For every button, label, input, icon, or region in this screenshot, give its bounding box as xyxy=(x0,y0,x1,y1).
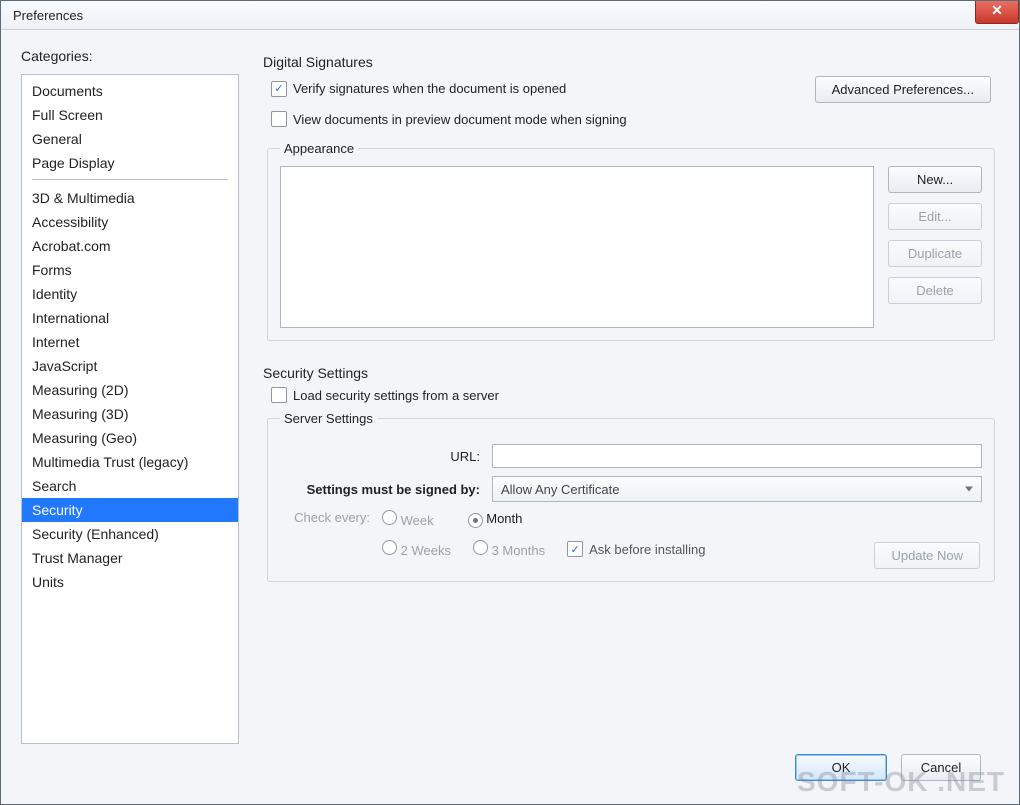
sidebar-item-units[interactable]: Units xyxy=(22,570,238,594)
main-column: Digital Signatures Verify signatures whe… xyxy=(261,48,999,744)
verify-check-row[interactable]: Verify signatures when the document is o… xyxy=(271,81,566,97)
radio-month-label: Month xyxy=(486,511,522,526)
signed-row: Settings must be signed by: Allow Any Ce… xyxy=(280,476,982,502)
verify-row: Verify signatures when the document is o… xyxy=(261,76,995,103)
delete-button: Delete xyxy=(888,277,982,304)
server-settings-legend: Server Settings xyxy=(280,411,377,426)
radio-week[interactable]: Week xyxy=(382,510,434,528)
load-label: Load security settings from a server xyxy=(293,388,499,403)
radio-week-input[interactable] xyxy=(382,510,397,525)
sidebar-item-security[interactable]: Security xyxy=(22,498,238,522)
server-settings-group: Server Settings URL: Settings must be si… xyxy=(267,411,995,582)
sidebar-item-full-screen[interactable]: Full Screen xyxy=(22,103,238,127)
ask-label: Ask before installing xyxy=(589,542,705,557)
preview-label: View documents in preview document mode … xyxy=(293,112,627,127)
load-checkbox[interactable] xyxy=(271,387,287,403)
advanced-preferences-button[interactable]: Advanced Preferences... xyxy=(815,76,991,103)
sidebar-item-identity[interactable]: Identity xyxy=(22,282,238,306)
close-button[interactable]: ✕ xyxy=(975,1,1019,24)
radio-week-label: Week xyxy=(401,513,434,528)
sidebar-item-general[interactable]: General xyxy=(22,127,238,151)
signed-select[interactable]: Allow Any Certificate xyxy=(492,476,982,502)
content-row: Categories: DocumentsFull ScreenGeneralP… xyxy=(21,48,999,744)
security-settings-title: Security Settings xyxy=(263,365,995,381)
sidebar-item-page-display[interactable]: Page Display xyxy=(22,151,238,175)
sidebar-item-measuring-2d-[interactable]: Measuring (2D) xyxy=(22,378,238,402)
url-row: URL: xyxy=(280,444,982,468)
ask-before-installing[interactable]: Ask before installing xyxy=(567,541,705,557)
cancel-button[interactable]: Cancel xyxy=(901,754,981,781)
radio-2weeks[interactable]: 2 Weeks xyxy=(382,540,451,558)
verify-label: Verify signatures when the document is o… xyxy=(293,81,566,96)
dialog-footer: OK Cancel xyxy=(21,744,999,790)
category-divider xyxy=(32,179,228,180)
radio-3months[interactable]: 3 Months xyxy=(473,540,545,558)
duplicate-button: Duplicate xyxy=(888,240,982,267)
sidebar-item-security-enhanced-[interactable]: Security (Enhanced) xyxy=(22,522,238,546)
sidebar-item-search[interactable]: Search xyxy=(22,474,238,498)
update-now-button: Update Now xyxy=(874,542,980,569)
ask-checkbox[interactable] xyxy=(567,541,583,557)
titlebar: Preferences ✕ xyxy=(1,1,1019,30)
sidebar-item-acrobat-com[interactable]: Acrobat.com xyxy=(22,234,238,258)
categories-label: Categories: xyxy=(21,48,239,64)
sidebar-item-javascript[interactable]: JavaScript xyxy=(22,354,238,378)
signed-select-value: Allow Any Certificate xyxy=(501,482,620,497)
sidebar-item-3d-multimedia[interactable]: 3D & Multimedia xyxy=(22,186,238,210)
appearance-row: New... Edit... Duplicate Delete xyxy=(280,166,982,328)
sidebar-item-measuring-3d-[interactable]: Measuring (3D) xyxy=(22,402,238,426)
sidebar-item-international[interactable]: International xyxy=(22,306,238,330)
preferences-window: Preferences ✕ Categories: DocumentsFull … xyxy=(0,0,1020,805)
radio-month[interactable]: Month xyxy=(468,511,523,528)
sidebar-item-multimedia-trust-legacy-[interactable]: Multimedia Trust (legacy) xyxy=(22,450,238,474)
radio-3months-input[interactable] xyxy=(473,540,488,555)
radio-2weeks-input[interactable] xyxy=(382,540,397,555)
edit-button: Edit... xyxy=(888,203,982,230)
appearance-group: Appearance New... Edit... Duplicate Dele… xyxy=(267,141,995,341)
preview-check-row[interactable]: View documents in preview document mode … xyxy=(271,111,995,127)
appearance-legend: Appearance xyxy=(280,141,358,156)
url-field[interactable] xyxy=(492,444,982,468)
radio-month-input[interactable] xyxy=(468,513,483,528)
security-settings-section: Security Settings Load security settings… xyxy=(261,363,995,600)
client-area: Categories: DocumentsFull ScreenGeneralP… xyxy=(1,30,1019,804)
check-every-label: Check every: xyxy=(280,510,370,525)
sidebar-item-internet[interactable]: Internet xyxy=(22,330,238,354)
sidebar-item-trust-manager[interactable]: Trust Manager xyxy=(22,546,238,570)
categories-column: Categories: DocumentsFull ScreenGeneralP… xyxy=(21,48,239,744)
appearance-buttons: New... Edit... Duplicate Delete xyxy=(888,166,982,328)
radio-3months-label: 3 Months xyxy=(492,543,545,558)
radio-2weeks-label: 2 Weeks xyxy=(401,543,451,558)
radio-row-1: Week Month xyxy=(382,510,982,528)
signed-label: Settings must be signed by: xyxy=(280,482,480,497)
new-button[interactable]: New... xyxy=(888,166,982,193)
close-icon: ✕ xyxy=(991,2,1003,18)
ok-button[interactable]: OK xyxy=(795,754,887,781)
categories-list[interactable]: DocumentsFull ScreenGeneralPage Display 3… xyxy=(21,74,239,744)
sidebar-item-accessibility[interactable]: Accessibility xyxy=(22,210,238,234)
url-label: URL: xyxy=(280,449,480,464)
preview-checkbox[interactable] xyxy=(271,111,287,127)
sidebar-item-documents[interactable]: Documents xyxy=(22,79,238,103)
chevron-down-icon xyxy=(965,487,973,492)
digital-signatures-title: Digital Signatures xyxy=(263,54,995,70)
appearance-listbox[interactable] xyxy=(280,166,874,328)
verify-checkbox[interactable] xyxy=(271,81,287,97)
window-title: Preferences xyxy=(7,8,83,23)
load-check-row[interactable]: Load security settings from a server xyxy=(271,387,995,403)
sidebar-item-forms[interactable]: Forms xyxy=(22,258,238,282)
sidebar-item-measuring-geo-[interactable]: Measuring (Geo) xyxy=(22,426,238,450)
